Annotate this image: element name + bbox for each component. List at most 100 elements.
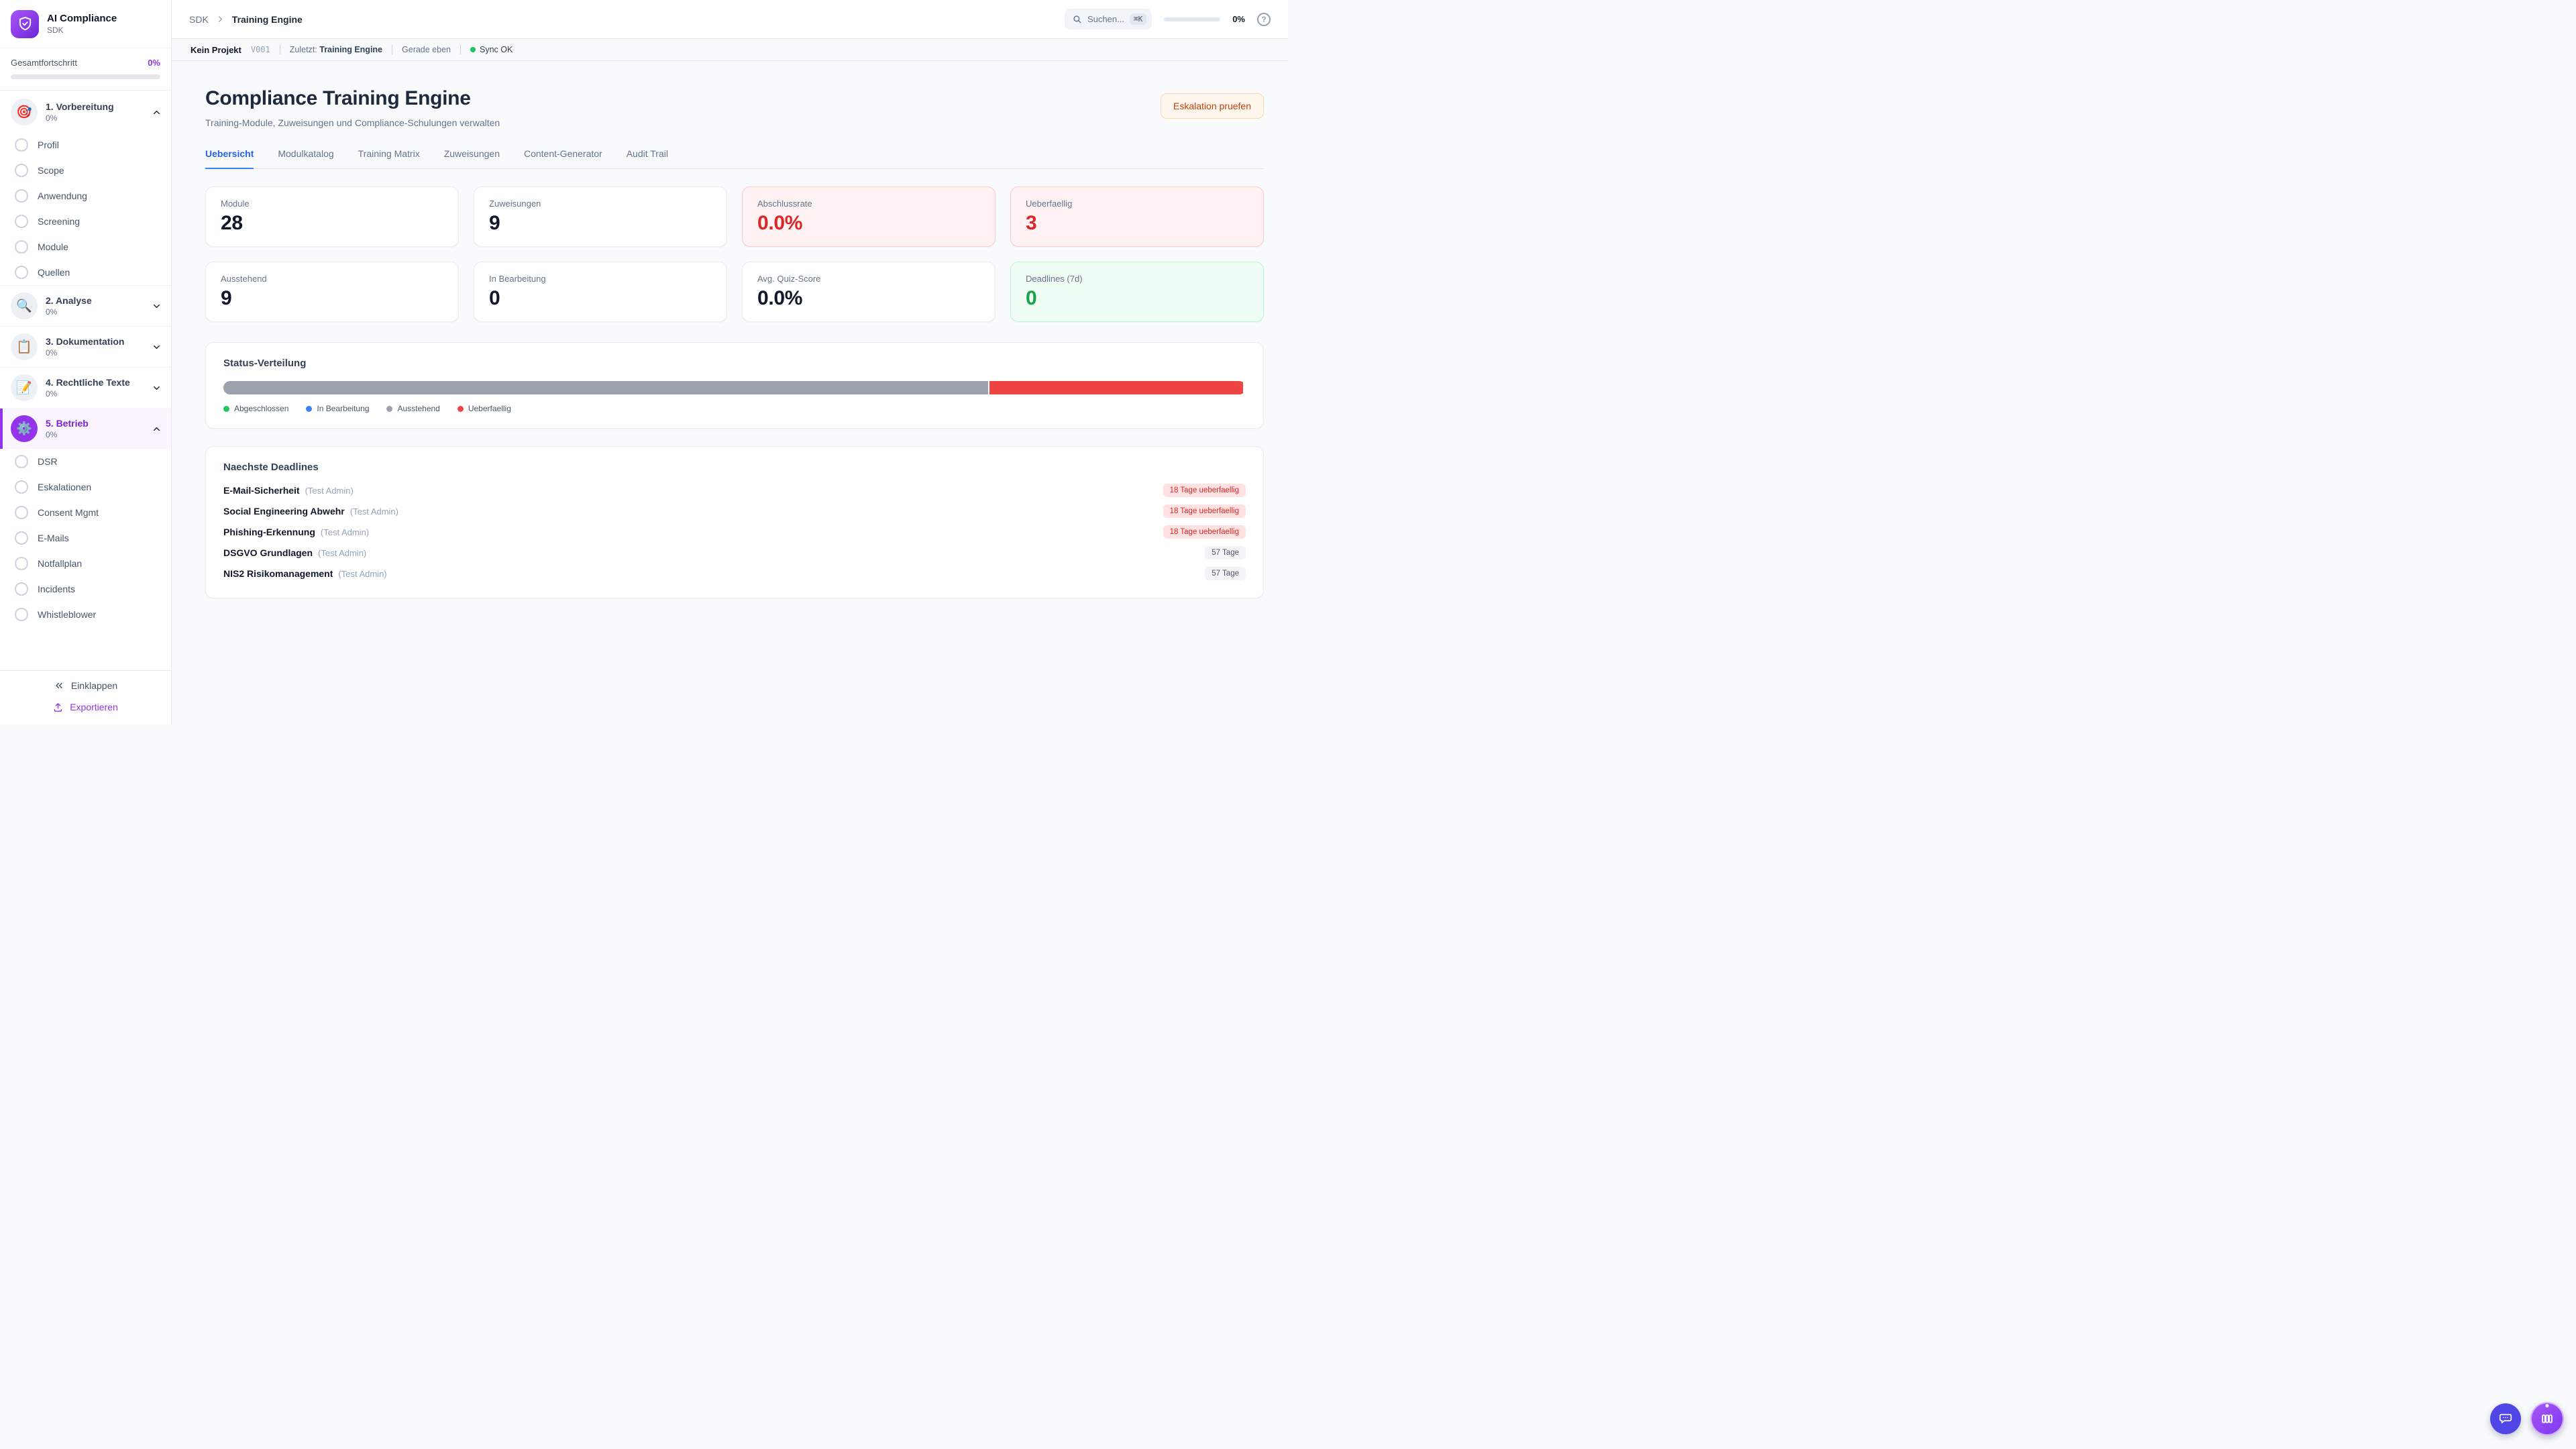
sidebar-section-3-dokumentation[interactable]: 📋3. Dokumentation0%	[0, 327, 171, 367]
chevron-down-icon	[152, 383, 162, 393]
chevron-right-icon	[215, 14, 225, 24]
sidebar-item-quellen[interactable]: Quellen	[0, 260, 171, 285]
section-title: 5. Betrieb	[46, 418, 89, 429]
project-label: Kein Projekt	[191, 45, 241, 55]
sidebar-section-5-betrieb[interactable]: ⚙️ 5. Betrieb0%	[0, 409, 171, 449]
sync-ok-dot-icon	[470, 47, 476, 52]
tab-audit-trail[interactable]: Audit Trail	[627, 148, 668, 169]
sidebar-item-label: Incidents	[38, 584, 75, 594]
page-content: Compliance Training Engine Training-Modu…	[172, 61, 1288, 724]
search-placeholder: Suchen...	[1087, 14, 1124, 24]
deadline-module-name: Phishing-Erkennung	[223, 527, 315, 537]
breadcrumb-root[interactable]: SDK	[189, 14, 209, 25]
sidebar-item-label: Module	[38, 241, 68, 252]
overall-progress-label: Gesamtfortschritt	[11, 58, 77, 68]
legend-dot-icon	[458, 406, 464, 412]
legend-label: Abgeschlossen	[234, 404, 288, 413]
deadline-module-name: Social Engineering Abwehr	[223, 506, 345, 517]
sidebar-section-group: 🎯1. Vorbereitung0% Profil Scope Anwendung Sc…	[0, 92, 171, 285]
status-circle-icon	[15, 608, 28, 621]
sidebar-section-2-analyse[interactable]: 🔍2. Analyse0%	[0, 286, 171, 326]
help-icon[interactable]: ?	[1257, 13, 1271, 26]
tab-content-generator[interactable]: Content-Generator	[524, 148, 602, 169]
sidebar-item-notfallplan[interactable]: Notfallplan	[0, 551, 171, 576]
tab-uebersicht[interactable]: Uebersicht	[205, 148, 254, 169]
app-logo	[11, 10, 39, 38]
page-subtitle: Training-Module, Zuweisungen und Complia…	[205, 117, 500, 128]
tab-modulkatalog[interactable]: Modulkatalog	[278, 148, 333, 169]
deadline-badge: 18 Tage ueberfaellig	[1163, 504, 1246, 518]
status-circle-icon	[15, 557, 28, 570]
deadline-owner: (Test Admin)	[338, 569, 386, 579]
collapse-button[interactable]: Einklappen	[54, 680, 117, 691]
sidebar-item-scope[interactable]: Scope	[0, 158, 171, 183]
sidebar-item-anwendung[interactable]: Anwendung	[0, 183, 171, 209]
export-button-label: Exportieren	[70, 702, 118, 712]
tab-training-matrix[interactable]: Training Matrix	[358, 148, 420, 169]
sidebar-item-profil[interactable]: Profil	[0, 132, 171, 158]
overall-progress-value: 0%	[148, 58, 160, 68]
sidebar-section-4-rechtliche-texte[interactable]: 📝4. Rechtliche Texte0%	[0, 368, 171, 408]
status-circle-icon	[15, 455, 28, 468]
check-escalation-button[interactable]: Eskalation pruefen	[1161, 93, 1264, 119]
last-sync-time: Gerade eben	[402, 45, 451, 54]
tab-zuweisungen[interactable]: Zuweisungen	[444, 148, 500, 169]
status-circle-icon	[15, 189, 28, 203]
sidebar-item-screening[interactable]: Screening	[0, 209, 171, 234]
sidebar-item-whistleblower[interactable]: Whistleblower	[0, 602, 171, 627]
sidebar: AI Compliance SDK Gesamtfortschritt 0% 🎯…	[0, 0, 172, 724]
stat-value: 28	[221, 212, 443, 235]
status-circle-icon	[15, 531, 28, 545]
last-module-label: Zuletzt: Training Engine	[290, 45, 382, 54]
upload-icon	[53, 702, 63, 712]
deadline-row-e-mail-sicherheit: E-Mail-Sicherheit(Test Admin)18 Tage ueb…	[223, 484, 1246, 497]
columns-button[interactable]	[2530, 1402, 2564, 1436]
section-title: 1. Vorbereitung	[46, 101, 114, 112]
stat-label: Ueberfaellig	[1026, 199, 1248, 209]
deadline-row-dsgvo-grundlagen: DSGVO Grundlagen(Test Admin)57 Tage	[223, 546, 1246, 559]
gear-icon: ⚙️	[11, 415, 38, 442]
sidebar-item-consent-mgmt[interactable]: Consent Mgmt	[0, 500, 171, 525]
chat-button[interactable]	[2490, 1403, 2521, 1434]
app-title: AI Compliance	[47, 13, 117, 24]
section-progress: 0%	[46, 430, 89, 439]
deadline-owner: (Test Admin)	[321, 527, 369, 537]
stat-label: Deadlines (7d)	[1026, 274, 1248, 284]
status-distribution-bar	[223, 381, 1246, 394]
app-subtitle: SDK	[47, 25, 117, 35]
deadline-row-nis2-risikomanagement: NIS2 Risikomanagement(Test Admin)57 Tage	[223, 567, 1246, 580]
sidebar-item-dsr[interactable]: DSR	[0, 449, 171, 474]
sidebar-item-label: Quellen	[38, 267, 70, 278]
stat-label: Abschlussrate	[757, 199, 980, 209]
sidebar-section-1-vorbereitung[interactable]: 🎯1. Vorbereitung0%	[0, 92, 171, 132]
chat-bubble-icon	[2498, 1411, 2513, 1426]
status-circle-icon	[15, 480, 28, 494]
sync-status: Sync OK	[470, 45, 513, 54]
sidebar-item-label: Eskalationen	[38, 482, 91, 492]
stat-card-zuweisungen: Zuweisungen9	[474, 186, 727, 247]
sidebar-item-label: Anwendung	[38, 191, 87, 201]
sidebar-item-incidents[interactable]: Incidents	[0, 576, 171, 602]
stat-card-abschlussrate: Abschlussrate0.0%	[742, 186, 996, 247]
section-progress: 0%	[46, 307, 92, 317]
export-button[interactable]: Exportieren	[53, 702, 118, 712]
stat-label: In Bearbeitung	[489, 274, 712, 284]
stat-value: 3	[1026, 212, 1248, 235]
sidebar-header: AI Compliance SDK	[0, 0, 171, 48]
chevron-up-icon	[152, 424, 162, 434]
legend-dot-icon	[306, 406, 312, 412]
sidebar-item-e-mails[interactable]: E-Mails	[0, 525, 171, 551]
chevron-up-icon	[152, 107, 162, 117]
overall-progress-bar	[11, 74, 160, 79]
sidebar-item-label: Profil	[38, 140, 59, 150]
sidebar-item-module[interactable]: Module	[0, 234, 171, 260]
floating-buttons	[2490, 1402, 2564, 1436]
sidebar-item-label: Whistleblower	[38, 609, 96, 620]
status-distribution-legend: AbgeschlossenIn BearbeitungAusstehendUeb…	[223, 404, 1246, 413]
sidebar-item-label: Screening	[38, 216, 80, 227]
sidebar-nav: 🎯1. Vorbereitung0% Profil Scope Anwendung Sc…	[0, 91, 171, 670]
search-input[interactable]: Suchen... ⌘K	[1065, 9, 1152, 30]
sidebar-item-eskalationen[interactable]: Eskalationen	[0, 474, 171, 500]
stat-label: Ausstehend	[221, 274, 443, 284]
legend-dot-icon	[223, 406, 229, 412]
